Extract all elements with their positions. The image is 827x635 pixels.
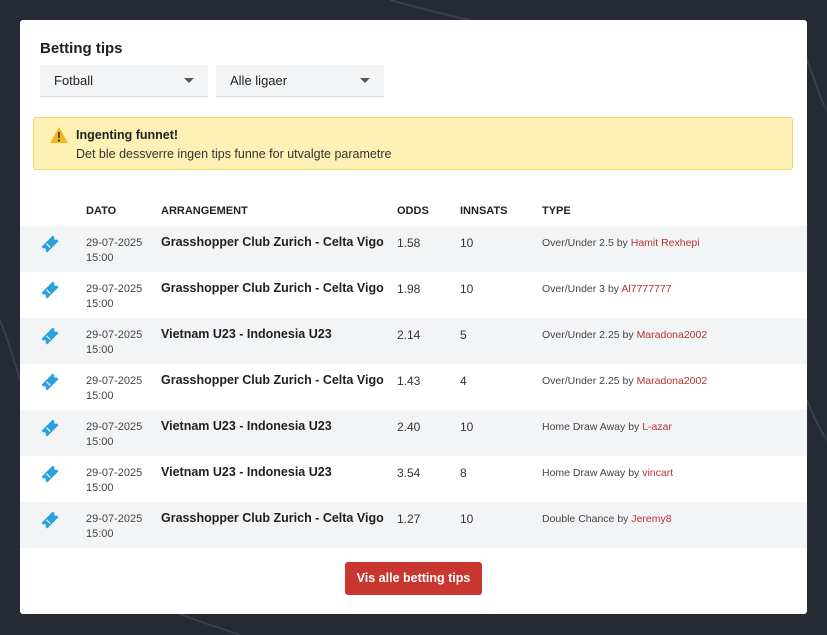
ticket-icon <box>40 234 60 259</box>
alert-message: Det ble dessverre ingen tips funne for u… <box>76 147 392 161</box>
tip-stake: 8 <box>460 466 467 480</box>
tip-odds: 3.54 <box>397 466 421 480</box>
tip-type: Home Draw Away by L-azar <box>542 421 672 433</box>
tipster-link[interactable]: Maradona2002 <box>637 329 708 341</box>
tip-event[interactable]: Grasshopper Club Zurich - Celta Vigo <box>161 281 384 295</box>
tipster-link[interactable]: Al7777777 <box>621 283 671 295</box>
tipster-link[interactable]: Hamit Rexhepi <box>631 237 700 249</box>
betting-tips-card: Betting tips Fotball Alle ligaer Ingenti… <box>20 20 807 614</box>
tipster-link[interactable]: Jeremy8 <box>631 513 671 525</box>
tip-stake: 10 <box>460 236 474 250</box>
chevron-down-icon <box>360 78 370 83</box>
tip-odds: 2.40 <box>397 420 421 434</box>
tip-stake: 4 <box>460 374 467 388</box>
ticket-icon <box>40 326 60 351</box>
league-select[interactable]: Alle ligaer <box>216 65 384 97</box>
sport-select[interactable]: Fotball <box>40 65 208 97</box>
tip-type: Double Chance by Jeremy8 <box>542 513 672 525</box>
tip-type: Over/Under 2.25 by Maradona2002 <box>542 329 708 341</box>
chevron-down-icon <box>184 78 194 83</box>
table-row[interactable]: 29-07-2025 15:00 Grasshopper Club Zurich … <box>20 272 807 318</box>
tip-date: 29-07-2025 15:00 <box>86 237 143 264</box>
tipster-link[interactable]: Maradona2002 <box>637 375 708 387</box>
table-row[interactable]: 29-07-2025 15:00 Vietnam U23 - Indonesia … <box>20 410 807 456</box>
header-event: ARRANGEMENT <box>161 205 248 217</box>
table-row[interactable]: 29-07-2025 15:00 Grasshopper Club Zurich … <box>20 502 807 548</box>
table-row[interactable]: 29-07-2025 15:00 Vietnam U23 - Indonesia … <box>20 456 807 502</box>
tip-odds: 1.98 <box>397 282 421 296</box>
tips-table-body: 29-07-2025 15:00 Grasshopper Club Zurich … <box>20 226 807 548</box>
table-header: DATO ARRANGEMENT ODDS INNSATS TYPE <box>20 205 807 225</box>
warning-icon <box>49 126 69 149</box>
tip-date: 29-07-2025 15:00 <box>86 283 143 310</box>
table-row[interactable]: 29-07-2025 15:00 Grasshopper Club Zurich … <box>20 226 807 272</box>
tip-odds: 2.14 <box>397 328 421 342</box>
tip-date: 29-07-2025 15:00 <box>86 513 143 540</box>
tip-odds: 1.58 <box>397 236 421 250</box>
tip-stake: 5 <box>460 328 467 342</box>
alert-title: Ingenting funnet! <box>76 128 179 142</box>
tip-date: 29-07-2025 15:00 <box>86 421 143 448</box>
page-title: Betting tips <box>40 40 123 57</box>
header-odds: ODDS <box>397 205 429 217</box>
header-date: DATO <box>86 205 117 217</box>
header-type: TYPE <box>542 205 571 217</box>
ticket-icon <box>40 510 60 535</box>
show-all-tips-button[interactable]: Vis alle betting tips <box>345 562 482 595</box>
ticket-icon <box>40 464 60 489</box>
tip-stake: 10 <box>460 420 474 434</box>
league-select-value: Alle ligaer <box>230 73 288 88</box>
ticket-icon <box>40 418 60 443</box>
tip-type: Over/Under 2.5 by Hamit Rexhepi <box>542 237 700 249</box>
tip-type: Over/Under 3 by Al7777777 <box>542 283 672 295</box>
tip-date: 29-07-2025 15:00 <box>86 329 143 356</box>
tip-date: 29-07-2025 15:00 <box>86 375 143 402</box>
table-row[interactable]: 29-07-2025 15:00 Vietnam U23 - Indonesia … <box>20 318 807 364</box>
table-row[interactable]: 29-07-2025 15:00 Grasshopper Club Zurich … <box>20 364 807 410</box>
tipster-link[interactable]: L-azar <box>642 421 672 433</box>
tip-event[interactable]: Grasshopper Club Zurich - Celta Vigo <box>161 235 384 249</box>
no-results-alert: Ingenting funnet! Det ble dessverre inge… <box>33 117 793 170</box>
header-stake: INNSATS <box>460 205 508 217</box>
tip-type: Over/Under 2.25 by Maradona2002 <box>542 375 708 387</box>
tip-event[interactable]: Grasshopper Club Zurich - Celta Vigo <box>161 373 384 387</box>
tip-odds: 1.43 <box>397 374 421 388</box>
tip-date: 29-07-2025 15:00 <box>86 467 143 494</box>
ticket-icon <box>40 372 60 397</box>
tip-event[interactable]: Grasshopper Club Zurich - Celta Vigo <box>161 511 384 525</box>
tip-stake: 10 <box>460 282 474 296</box>
tip-odds: 1.27 <box>397 512 421 526</box>
tip-event[interactable]: Vietnam U23 - Indonesia U23 <box>161 419 332 433</box>
tip-stake: 10 <box>460 512 474 526</box>
ticket-icon <box>40 280 60 305</box>
sport-select-value: Fotball <box>54 73 94 88</box>
tip-type: Home Draw Away by vincart <box>542 467 674 479</box>
tip-event[interactable]: Vietnam U23 - Indonesia U23 <box>161 465 332 479</box>
tipster-link[interactable]: vincart <box>642 467 673 479</box>
tip-event[interactable]: Vietnam U23 - Indonesia U23 <box>161 327 332 341</box>
